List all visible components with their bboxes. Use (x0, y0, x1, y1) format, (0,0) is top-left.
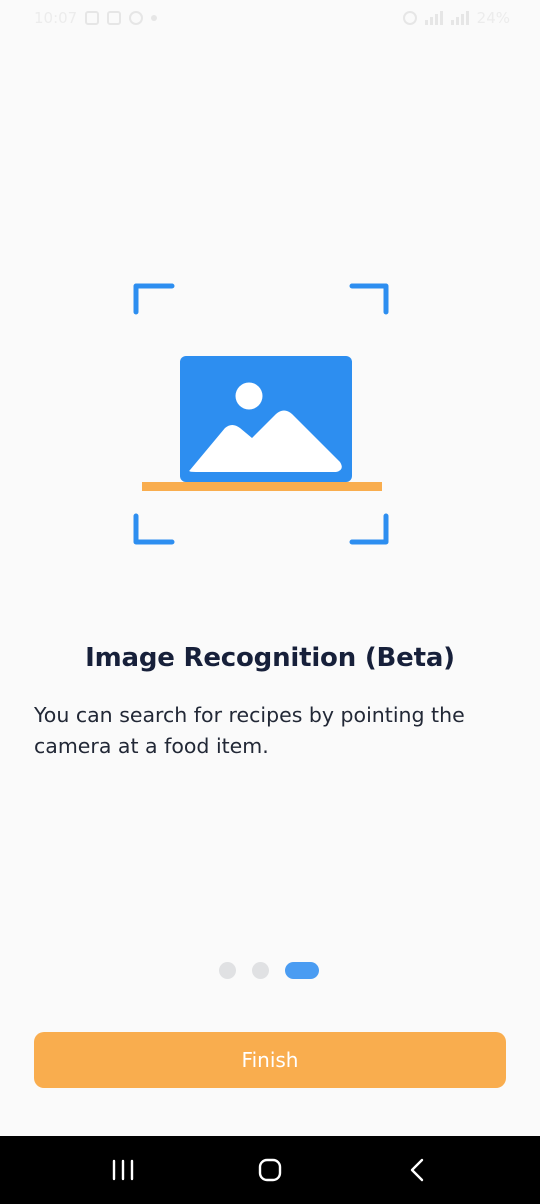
system-navigation-bar (0, 1136, 540, 1204)
page-title: Image Recognition (Beta) (85, 643, 455, 673)
alarm-icon (402, 11, 417, 25)
status-bar-right: 24% (402, 9, 510, 27)
signal-icon-2 (450, 11, 469, 25)
page-description: You can search for recipes by pointing t… (34, 703, 465, 758)
home-icon (258, 1158, 282, 1182)
page-dot-2[interactable] (252, 962, 269, 979)
page-indicator (219, 962, 319, 979)
clock-icon (129, 11, 144, 25)
recent-apps-button[interactable] (93, 1140, 153, 1200)
battery-level: 24% (476, 9, 510, 27)
onboarding-screen: 10:07 24% Image Recognition (Beta) You c… (0, 0, 540, 1204)
page-dot-1[interactable] (219, 962, 236, 979)
back-icon (410, 1158, 423, 1182)
notification-icon (107, 11, 122, 25)
page-dot-3-active[interactable] (285, 962, 319, 979)
calendar-icon (85, 11, 100, 25)
home-button[interactable] (240, 1140, 300, 1200)
recent-apps-icon (113, 1159, 134, 1181)
more-notifications-icon (151, 15, 158, 21)
status-bar-left: 10:07 (34, 9, 158, 27)
back-button[interactable] (387, 1140, 447, 1200)
finish-button[interactable]: Finish (34, 1032, 506, 1088)
image-scan-icon (133, 283, 389, 545)
status-time: 10:07 (34, 9, 78, 27)
status-bar: 10:07 24% (0, 0, 540, 36)
signal-icon (424, 11, 443, 25)
